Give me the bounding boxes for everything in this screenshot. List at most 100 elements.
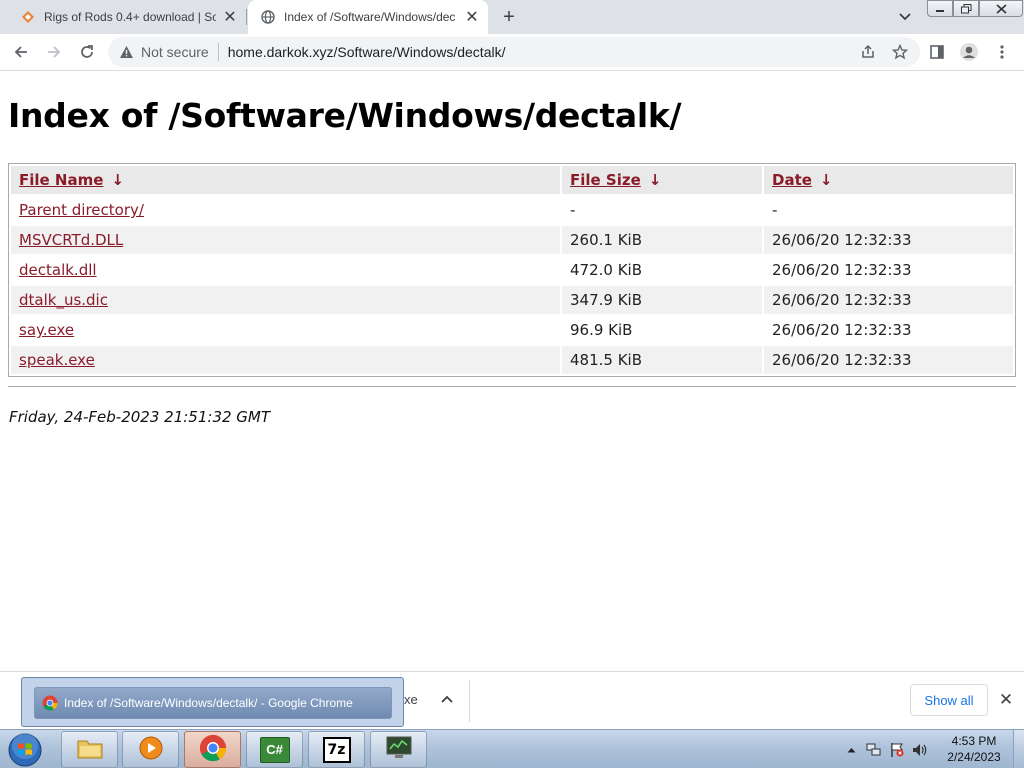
tab-search-chevron-icon[interactable] — [895, 7, 915, 27]
download-item-name[interactable]: xe — [404, 692, 418, 707]
table-header-row: File Name ↓ File Size ↓ Date ↓ — [11, 166, 1013, 194]
file-size-cell: 472.0 KiB — [570, 261, 643, 279]
thumbnail-title-bar[interactable]: Index of /Software/Windows/dectalk/ - Go… — [34, 687, 392, 719]
sort-arrow-icon[interactable]: ↓ — [820, 171, 833, 189]
new-tab-button[interactable]: + — [497, 5, 521, 29]
action-center-flag-icon[interactable] — [888, 741, 906, 759]
file-date-cell: 26/06/20 12:32:33 — [772, 261, 912, 279]
shelf-divider — [469, 680, 470, 722]
7zip-icon: 7z — [322, 736, 351, 763]
window-controls — [927, 0, 1023, 18]
bookmark-star-icon[interactable] — [888, 40, 912, 64]
url-text[interactable]: home.darkok.xyz/Software/Windows/dectalk… — [228, 44, 856, 60]
forward-arrow-icon[interactable] — [42, 40, 66, 64]
file-link[interactable]: dtalk_us.dic — [19, 291, 108, 309]
clock-date: 2/24/2023 — [947, 750, 1001, 764]
system-tray — [842, 730, 934, 768]
show-desktop-button[interactable] — [1013, 730, 1024, 768]
clock-time: 4:53 PM — [951, 734, 997, 748]
network-icon[interactable] — [865, 741, 883, 759]
show-hidden-icons-icon[interactable] — [842, 741, 860, 759]
warning-triangle-icon[interactable] — [117, 45, 135, 59]
close-shelf-icon[interactable]: ✕ — [996, 690, 1016, 710]
tab-index-of-dectalk[interactable]: Index of /Software/Windows/dec ✕ — [248, 0, 488, 34]
file-name-cell: dectalk.dll — [11, 256, 560, 284]
column-date: Date ↓ — [764, 166, 1013, 194]
server-timestamp: Friday, 24-Feb-2023 21:51:32 GMT — [9, 408, 271, 426]
chevron-up-icon[interactable] — [437, 689, 457, 709]
tab-title: Rigs of Rods 0.4+ download | So — [44, 10, 216, 24]
tab-close-icon[interactable]: ✕ — [220, 7, 240, 27]
media-player-icon — [138, 735, 164, 765]
csharp-icon: C# — [259, 736, 290, 763]
file-link[interactable]: MSVCRTd.DLL — [19, 231, 123, 249]
page-title: Index of /Software/Windows/dectalk/ — [8, 96, 682, 135]
table-row: MSVCRTd.DLL 260.1 KiB 26/06/20 12:32:33 — [11, 226, 1013, 254]
profile-avatar-icon[interactable] — [958, 41, 980, 63]
sort-arrow-icon[interactable]: ↓ — [111, 171, 124, 189]
folder-icon — [76, 736, 104, 764]
file-table: File Name ↓ File Size ↓ Date ↓ Parent direc… — [9, 164, 1015, 376]
taskbar-clock[interactable]: 4:53 PM 2/24/2023 — [938, 733, 1010, 765]
reload-icon[interactable] — [75, 40, 99, 64]
file-listing: File Name ↓ File Size ↓ Date ↓ Parent direc… — [8, 163, 1016, 377]
tab-rigs-of-rods[interactable]: Rigs of Rods 0.4+ download | So ✕ — [8, 0, 247, 34]
file-name-cell: say.exe — [11, 316, 560, 344]
diamond-favicon-icon — [20, 9, 36, 25]
explorer-taskbar-button[interactable] — [61, 731, 118, 768]
show-all-button[interactable]: Show all — [910, 684, 988, 716]
address-bar[interactable]: Not secure home.darkok.xyz/Software/Wind… — [108, 37, 920, 67]
file-link[interactable]: dectalk.dll — [19, 261, 97, 279]
file-size-cell: 347.9 KiB — [562, 286, 762, 314]
share-icon[interactable] — [856, 40, 880, 64]
sort-by-size-link[interactable]: File Size — [570, 171, 641, 189]
security-label[interactable]: Not secure — [141, 44, 209, 60]
globe-favicon-icon — [260, 9, 276, 25]
table-row: dtalk_us.dic 347.9 KiB 26/06/20 12:32:33 — [11, 286, 1013, 314]
file-name-cell: dtalk_us.dic — [11, 286, 560, 314]
restore-button[interactable] — [953, 0, 979, 17]
footer-divider — [8, 386, 1016, 387]
7zip-taskbar-button[interactable]: 7z — [308, 731, 365, 768]
windows-taskbar: C# 7z 4:53 PM 2/24/2023 — [0, 729, 1024, 768]
file-size-cell: - — [570, 201, 576, 219]
minimize-button[interactable] — [927, 0, 953, 17]
file-date-cell: 26/06/20 12:32:33 — [772, 321, 912, 339]
tab-close-icon[interactable]: ✕ — [462, 7, 482, 27]
thumbnail-title-text: Index of /Software/Windows/dectalk/ - Go… — [64, 696, 353, 710]
media-player-taskbar-button[interactable] — [122, 731, 179, 768]
file-date-cell: 26/06/20 12:32:33 — [764, 226, 1013, 254]
taskbar-thumbnail-preview[interactable]: Index of /Software/Windows/dectalk/ - Go… — [21, 677, 404, 727]
kebab-menu-icon[interactable] — [991, 41, 1013, 63]
file-size-cell: 260.1 KiB — [562, 226, 762, 254]
file-link[interactable]: say.exe — [19, 321, 74, 339]
side-panel-icon[interactable] — [926, 41, 948, 63]
tab-title: Index of /Software/Windows/dec — [284, 10, 456, 24]
csharp-taskbar-button[interactable]: C# — [246, 731, 303, 768]
volume-icon[interactable] — [911, 741, 929, 759]
start-button[interactable] — [6, 731, 44, 768]
browser-toolbar: Not secure home.darkok.xyz/Software/Wind… — [0, 34, 1024, 71]
sort-arrow-icon[interactable]: ↓ — [649, 171, 662, 189]
monitor-app-taskbar-button[interactable] — [370, 731, 427, 768]
table-row: dectalk.dll 472.0 KiB 26/06/20 12:32:33 — [11, 256, 1013, 284]
file-name-cell: speak.exe — [11, 346, 560, 374]
column-file-name: File Name ↓ — [11, 166, 560, 194]
table-row: Parent directory/ - - — [11, 196, 1013, 224]
parent-directory-link[interactable]: Parent directory/ — [19, 201, 144, 219]
address-divider — [217, 43, 219, 61]
close-window-button[interactable] — [979, 0, 1023, 17]
table-row: say.exe 96.9 KiB 26/06/20 12:32:33 — [11, 316, 1013, 344]
page-content: Index of /Software/Windows/dectalk/ File… — [0, 72, 1024, 670]
file-name-cell: Parent directory/ — [11, 196, 560, 224]
file-size-cell: 481.5 KiB — [562, 346, 762, 374]
monitor-icon — [385, 735, 413, 765]
chrome-taskbar-button[interactable] — [184, 731, 241, 768]
chrome-icon — [199, 734, 227, 766]
file-link[interactable]: speak.exe — [19, 351, 95, 369]
file-date-cell: 26/06/20 12:32:33 — [764, 286, 1013, 314]
file-name-cell: MSVCRTd.DLL — [11, 226, 560, 254]
sort-by-date-link[interactable]: Date — [772, 171, 812, 189]
back-arrow-icon[interactable] — [9, 40, 33, 64]
sort-by-name-link[interactable]: File Name — [19, 171, 103, 189]
